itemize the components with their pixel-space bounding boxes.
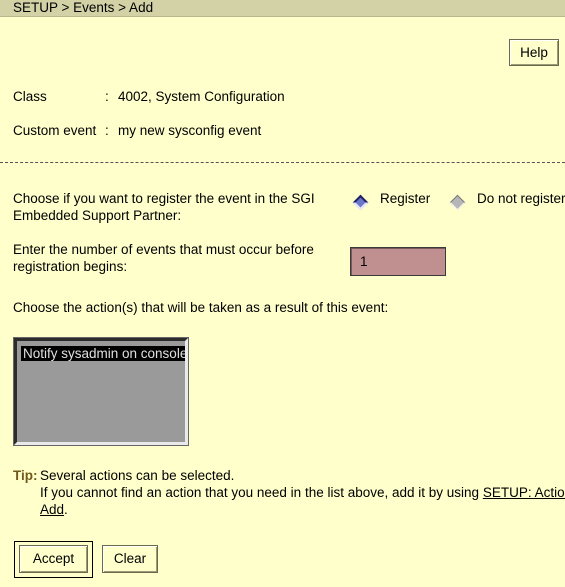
list-item[interactable]: Notify sysadmin on console [21, 346, 185, 361]
count-question-line2: registration begins: [13, 259, 128, 274]
actions-prompt: Choose the action(s) that will be taken … [13, 300, 389, 315]
clear-button[interactable]: Clear [102, 545, 158, 573]
register-option-label[interactable]: Register [380, 191, 430, 206]
do-not-register-option-label[interactable]: Do not register [477, 191, 565, 206]
custom-event-label: Custom event [13, 123, 97, 138]
tip-line2: If you cannot find an action that you ne… [40, 485, 565, 500]
setup-actions-add-link-cont[interactable]: Add [40, 502, 64, 517]
register-question-line2: Embedded Support Partner: [13, 208, 182, 223]
count-question-line1: Enter the number of events that must occ… [13, 242, 314, 257]
register-question-line1: Choose if you want to register the event… [13, 191, 315, 206]
custom-event-separator: : [105, 123, 109, 138]
accept-button[interactable]: Accept [19, 545, 88, 573]
class-value: 4002, System Configuration [118, 89, 285, 104]
tip-label: Tip: [13, 468, 38, 483]
register-radio[interactable] [352, 194, 369, 211]
tip-line1: Several actions can be selected. [40, 468, 235, 483]
class-separator: : [105, 89, 109, 104]
custom-event-value: my new sysconfig event [118, 123, 262, 138]
event-count-input[interactable] [350, 247, 446, 276]
section-divider [0, 162, 565, 163]
setup-actions-add-link[interactable]: SETUP: Actions: [483, 485, 565, 500]
tip-line3-suffix: . [64, 502, 68, 517]
tip-line3: Add. [40, 502, 68, 517]
do-not-register-radio[interactable] [449, 194, 466, 211]
breadcrumb: SETUP > Events > Add [0, 0, 565, 17]
actions-listbox[interactable]: Notify sysadmin on console [13, 337, 189, 446]
tip-line2-prefix: If you cannot find an action that you ne… [40, 485, 483, 500]
class-label: Class [13, 89, 47, 104]
help-button[interactable]: Help [509, 39, 559, 66]
page: { "header": { "breadcrumb": "SETUP > Eve… [0, 0, 565, 587]
